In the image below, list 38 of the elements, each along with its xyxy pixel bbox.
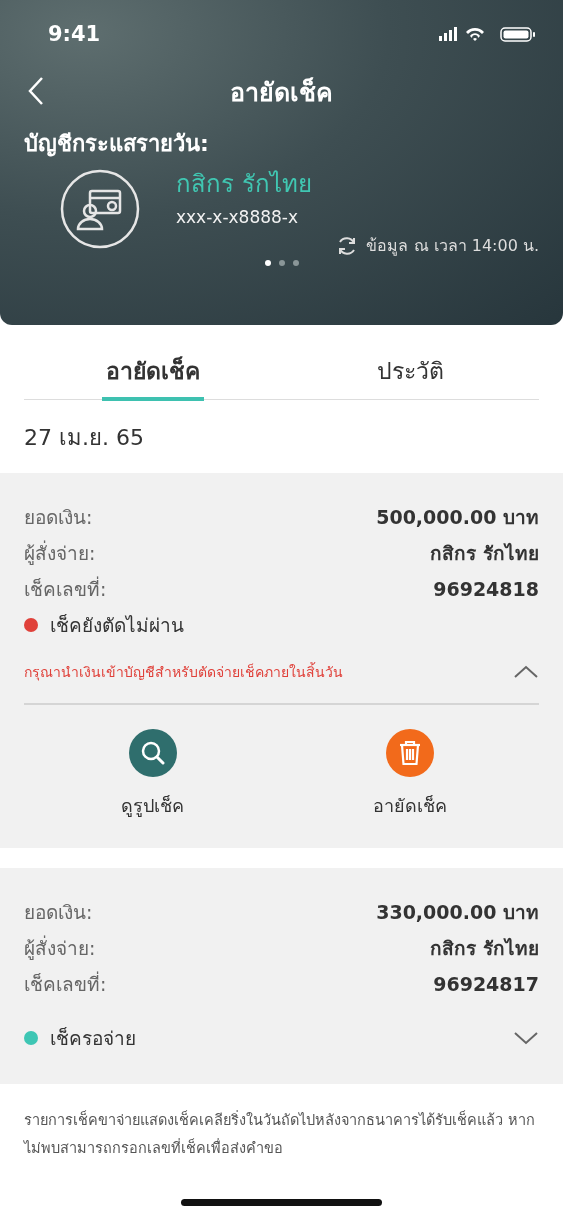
wifi-icon [466, 27, 484, 41]
field-value: 500,000.00 บาท [376, 505, 539, 530]
account-number: xxx-x-x8888-x [176, 206, 300, 227]
field-value: กสิกร รักไทย [430, 935, 539, 961]
info-note: รายการเช็คขาจ่ายแสดงเช็คเคลียริ่งในวันถัดไปหลังจากธนาคารได้รับเช็คแล้ว หากไม่พบสามารถกรอกเลขที่เช็คเพื่อส่งคำขอ [22, 1109, 536, 1158]
trash-icon [386, 728, 435, 777]
page-dot[interactable] [278, 260, 285, 266]
tab[interactable]: อายัดเช็ค [24, 345, 282, 399]
field-value: 96924817 [433, 972, 539, 995]
chevron-up-icon[interactable] [513, 664, 539, 680]
date-heading: 27 เม.ย. 65 [23, 424, 145, 452]
page-dot[interactable] [292, 260, 299, 266]
battery-icon [500, 27, 535, 42]
screen-title: อายัดเช็ค [230, 76, 333, 109]
page-dot[interactable] [264, 260, 271, 266]
view-cheque-button[interactable]: ดูรูปเช็ค [24, 728, 282, 820]
freeze-cheque-button[interactable]: อายัดเช็ค [281, 728, 539, 820]
account-avatar-icon [60, 169, 140, 249]
tab[interactable]: ประวัติ [281, 345, 539, 399]
field-value: 96924818 [433, 578, 539, 600]
field-label: ยอดเงิน: [24, 505, 93, 530]
field-label: เช็คเลขที่: [24, 970, 107, 997]
field-label: เช็คเลขที่: [24, 575, 107, 602]
field-label: ผู้สั่งจ่าย: [24, 539, 96, 567]
status-text: เช็ครอจ่าย [50, 1025, 136, 1051]
field-value: 330,000.00 บาท [376, 899, 539, 925]
update-time: ข้อมูล ณ เวลา 14:00 น. [366, 235, 539, 258]
field-value: กสิกร รักไทย [430, 541, 539, 566]
chevron-down-icon[interactable] [513, 1029, 539, 1046]
warning-text: กรุณานำเงินเข้าบัญชีสำหรับตัดจ่ายเช็คภายในสิ้นวัน [24, 661, 343, 683]
account-name: กสิกร รักไทย [176, 168, 312, 200]
field-label: ผู้สั่งจ่าย: [24, 934, 96, 962]
status-text: เช็คยังตัดไม่ผ่าน [50, 613, 184, 638]
account-label: บัญชีกระแสรายวัน: [24, 130, 210, 159]
field-label: ยอดเงิน: [24, 899, 93, 925]
signal-icon [439, 27, 457, 41]
status-time: 9:41 [48, 22, 101, 46]
search-icon [128, 728, 177, 777]
